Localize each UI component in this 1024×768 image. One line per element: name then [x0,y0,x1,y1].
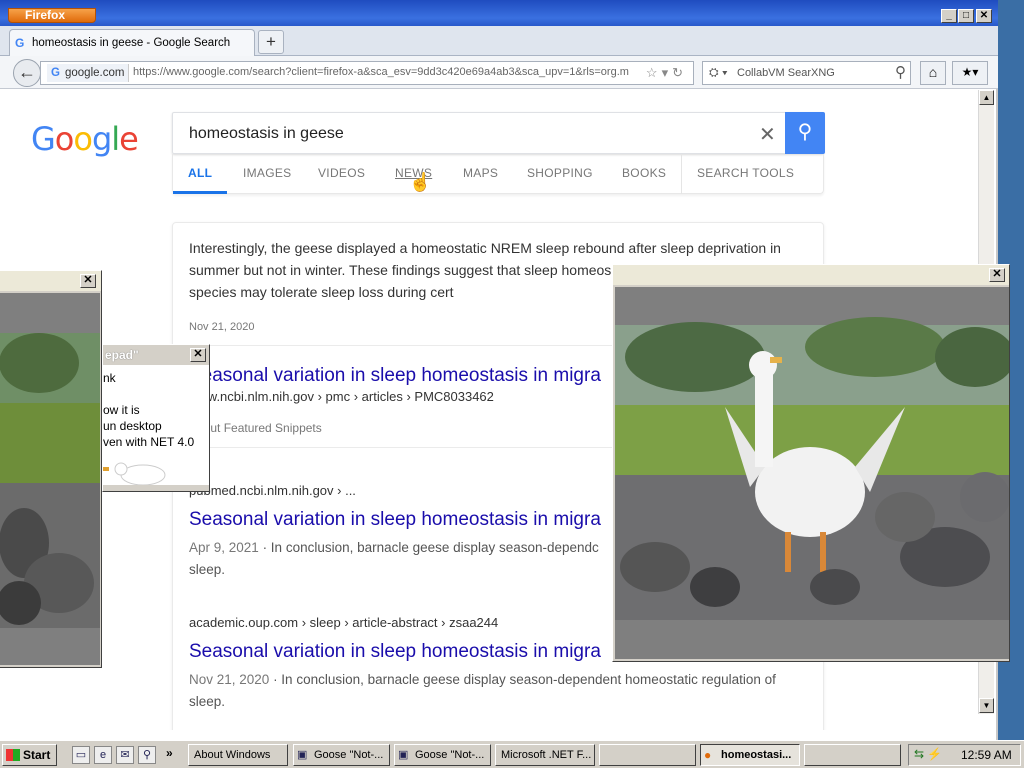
quick-launch: ▭ e ✉ ⚲ » [62,746,186,764]
notepad-title: epad" [105,348,139,362]
tab-videos[interactable]: VIDEOS [318,166,365,180]
bookmarks-icon: ★▾ [961,65,979,79]
goose-popup-window-left[interactable]: ✕ [0,270,102,668]
featured-result-title[interactable]: Seasonal variation in sleep homeostasis … [189,365,601,387]
tab-search-tools[interactable]: SEARCH TOOLS [697,166,794,180]
notepad-close-button[interactable]: ✕ [190,348,206,362]
google-logo[interactable]: Google [31,120,139,158]
system-tray: ⇆ ⚡ 12:59 AM [908,744,1021,766]
result-url[interactable]: pubmed.ncbi.nlm.nih.gov › ... [189,483,356,498]
tabs-divider [681,154,682,194]
home-button[interactable]: ⌂ [920,61,946,85]
hand-cursor-icon: ☝ [409,172,432,192]
tab-title: homeostasis in geese - Google Search [32,37,231,49]
task-goose-2[interactable]: Goose "Not-... [394,744,491,766]
result-description: Nov 21, 2020 · In conclusion, barnacle g… [189,672,776,709]
tab-bar: G homeostasis in geese - Google Search + [0,26,998,56]
featured-date: Nov 21, 2020 [189,321,255,333]
clear-icon[interactable]: ✕ [759,122,776,147]
start-label: Start [23,748,51,762]
windows-logo-icon [6,749,20,761]
tab-books[interactable]: BOOKS [622,166,666,180]
bookmark-star-icon[interactable]: ☆ [646,65,662,80]
google-favicon-icon: G [15,36,25,50]
search-icon: ⚲ [797,121,813,143]
popup-close-button[interactable]: ✕ [80,274,96,288]
active-tab-indicator [173,191,227,194]
url-controls: ☆▾↻ [646,65,687,81]
popup-titlebar[interactable] [613,265,1009,285]
goose-taskbar-icon: ▣ [297,749,308,761]
notepad-statusbar [103,485,209,491]
goose-scene [615,287,1009,659]
task-about-windows[interactable]: About Windows [188,744,288,766]
task-goose-1[interactable]: Goose "Not-... [293,744,390,766]
site-domain: google.com [65,67,125,79]
tab-all[interactable]: ALL [188,166,212,180]
notepad-text-line: nk [103,371,116,385]
network-icon[interactable]: ⇆ ⚡ [914,747,942,761]
url-text[interactable]: https://www.google.com/search?client=fir… [133,66,633,78]
back-arrow-icon: ← [18,62,36,82]
dropdown-icon[interactable]: ▾ [662,65,673,80]
search-engine-name: CollabVM SearXNG [737,67,835,79]
tab-maps[interactable]: MAPS [463,166,498,180]
quick-launch-overflow-icon[interactable]: » [166,746,173,760]
firefox-taskbar-icon: ● [704,748,712,762]
search-tabs: ALL IMAGES VIDEOS NEWS MAPS SHOPPING BOO… [172,154,824,194]
task-blank-1[interactable] [599,744,696,766]
task-firefox[interactable]: homeostasi... [700,744,800,766]
goose-gif-image [615,287,1009,659]
google-search-box[interactable]: homeostasis in geese ✕ ⚲ [172,112,825,154]
navigation-toolbar: ← G google.com https://www.google.com/se… [0,56,998,89]
notepad-titlebar[interactable]: epad" ✕ [103,345,209,365]
result-title[interactable]: Seasonal variation in sleep homeostasis … [189,641,601,663]
new-tab-button[interactable]: + [258,30,284,54]
notepad-text-line: ow it is [103,403,140,417]
home-icon: ⌂ [928,64,938,80]
search-query[interactable]: homeostasis in geese [189,125,344,143]
outlook-express-icon[interactable]: ✉ [116,746,134,764]
clock[interactable]: 12:59 AM [961,748,1012,762]
google-search-button[interactable]: ⚲ [785,112,825,154]
url-bar[interactable]: G google.com https://www.google.com/sear… [40,61,694,85]
show-desktop-icon[interactable]: ▭ [72,746,90,764]
magnifier-icon[interactable]: ⚲ [895,63,906,81]
result-title[interactable]: Seasonal variation in sleep homeostasis … [189,509,601,531]
goose-gif-image [0,293,100,665]
minimize-button[interactable]: _ [941,9,957,23]
bookmarks-button[interactable]: ★▾ [952,61,988,85]
goose-taskbar-icon: ▣ [398,749,409,761]
result-url[interactable]: academic.oup.com › sleep › article-abstr… [189,615,498,630]
firefox-menu-button[interactable]: Firefox [8,8,96,23]
notepad-text-line: un desktop [103,419,162,433]
scroll-down-icon[interactable]: ▼ [979,698,994,713]
search-engine-icon[interactable]: ⛭ ▾ [709,65,728,80]
popup-close-button[interactable]: ✕ [989,268,1005,282]
featured-result-url[interactable]: www.ncbi.nlm.nih.gov › pmc › articles › … [189,389,494,404]
goose-popup-window-right[interactable]: ✕ [612,264,1010,662]
google-favicon-icon: G [51,67,60,79]
pigeon-scene [0,293,100,665]
browser-tab[interactable]: G homeostasis in geese - Google Search [9,29,255,56]
taskbar: Start ▭ e ✉ ⚲ » About Windows Goose "Not… [0,740,1024,768]
search-bar[interactable]: ⛭ ▾ CollabVM SearXNG ⚲ [702,61,911,85]
start-button[interactable]: Start [2,744,57,766]
tab-shopping[interactable]: SHOPPING [527,166,593,180]
tab-images[interactable]: IMAGES [243,166,291,180]
internet-explorer-icon[interactable]: e [94,746,112,764]
reload-icon[interactable]: ↻ [672,65,687,80]
site-identity-button[interactable]: G google.com [47,64,130,82]
task-blank-2[interactable] [804,744,901,766]
notepad-window[interactable]: epad" ✕ nk ow it is un desktop ven with … [102,344,210,492]
notepad-text-line: ven with NET 4.0 [103,435,195,449]
maximize-button[interactable]: □ [958,9,974,23]
back-button[interactable]: ← [13,59,41,87]
close-button[interactable]: ✕ [976,9,992,23]
search-icon[interactable]: ⚲ [138,746,156,764]
scroll-up-icon[interactable]: ▲ [979,90,994,105]
task-dotnet[interactable]: Microsoft .NET F... [495,744,595,766]
